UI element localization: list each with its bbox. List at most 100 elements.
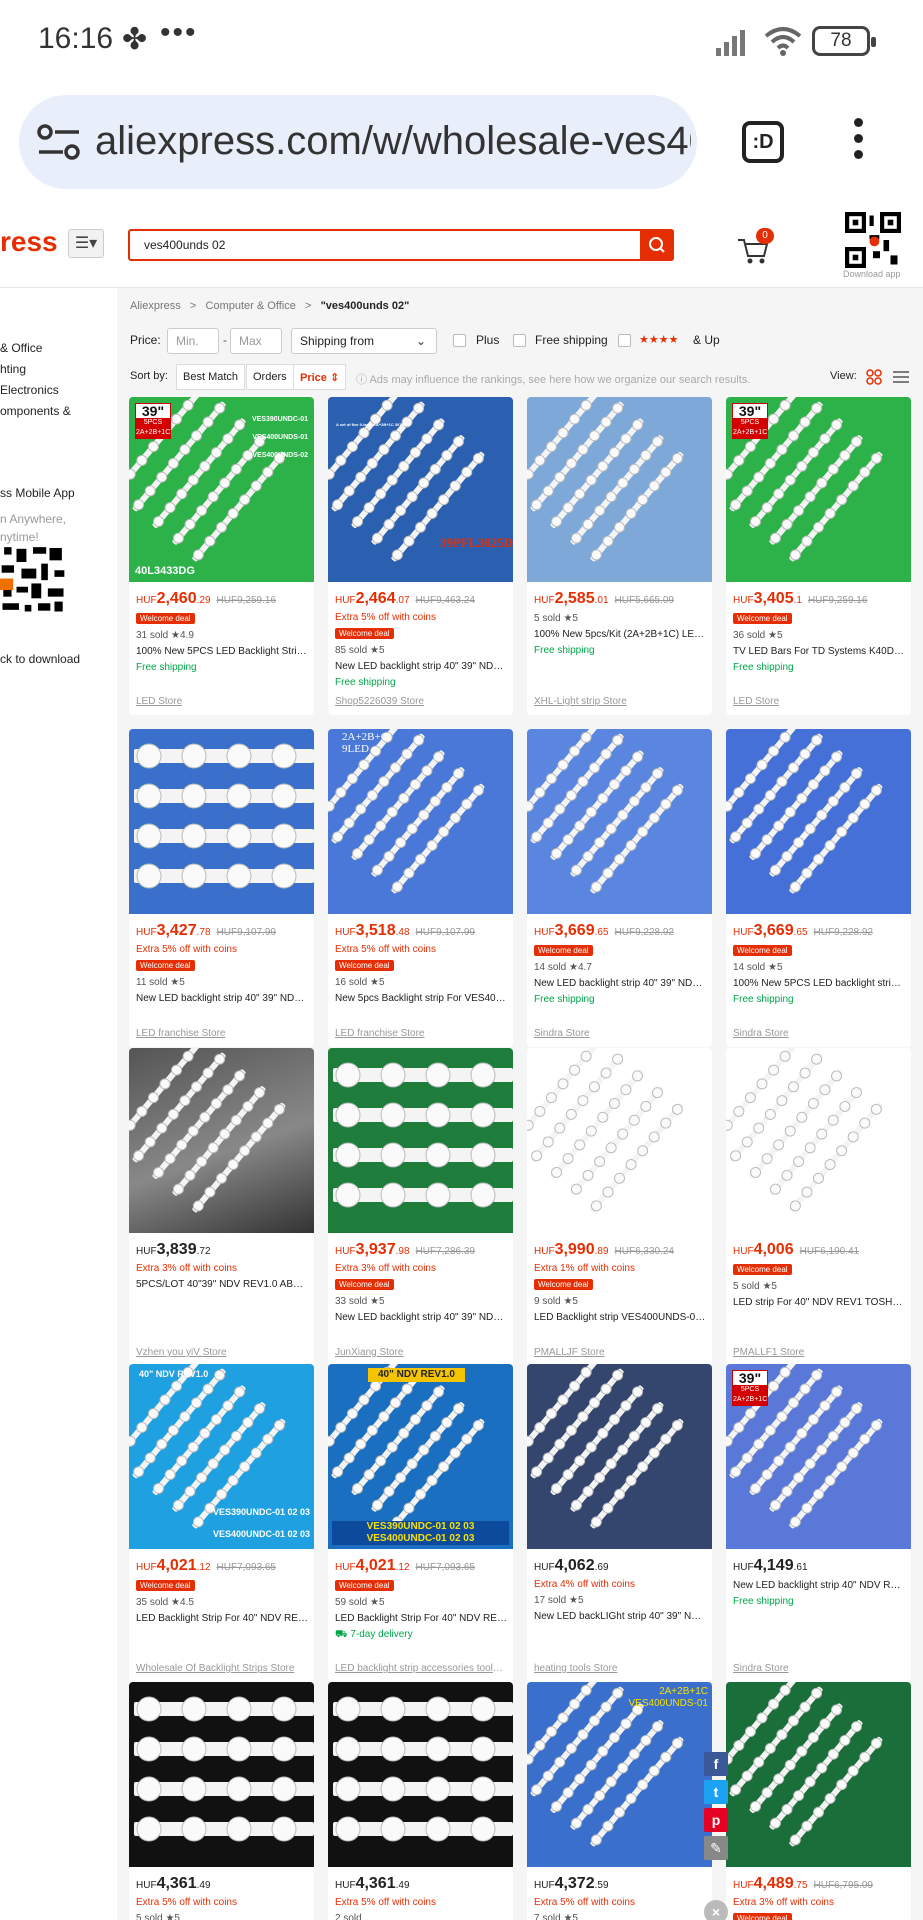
product-image[interactable]: [527, 397, 712, 582]
store-link[interactable]: LED franchise Store: [335, 1028, 507, 1039]
store-link[interactable]: LED Store: [733, 696, 905, 707]
product-title[interactable]: LED Backlight strip VES400UNDS-01 02 03: [534, 1312, 706, 1323]
product-card[interactable]: HUF3,669.65 HUF9,228.92 Welcome deal 14 sol…: [726, 729, 911, 1047]
product-title[interactable]: 100% New 5pcs/Kit (2A+2B+1C) LED Backlig…: [534, 629, 706, 640]
qr-code-icon[interactable]: [845, 212, 901, 268]
address-bar[interactable]: aliexpress.com/w/wholesale-ves40: [19, 95, 697, 189]
store-link[interactable]: PMALLF1 Store: [733, 1347, 905, 1358]
product-card[interactable]: HUF3,669.65 HUF9,228.92 Welcome deal 14 sol…: [527, 729, 712, 1047]
store-link[interactable]: LED franchise Store: [136, 1028, 308, 1039]
product-title[interactable]: 100% New 5PCS LED Backlight Strip for 39…: [136, 646, 308, 657]
product-image[interactable]: 39" 5PCS 2A+2B+1C: [726, 1364, 911, 1549]
product-title[interactable]: LED strip For 40" NDV REV1 TOSHIBA: [733, 1297, 905, 1308]
grid-view-icon[interactable]: [866, 369, 882, 385]
twitter-share-icon[interactable]: t: [704, 1780, 728, 1804]
product-title[interactable]: New LED backLIGht strip 40" 39" NDV REV1…: [534, 1611, 706, 1622]
sort-orders[interactable]: Orders: [246, 364, 294, 390]
product-card[interactable]: HUF4,006 HUF6,190.41 Welcome deal 5 sold ★5…: [726, 1048, 911, 1366]
product-image[interactable]: [726, 1682, 911, 1867]
edit-share-icon[interactable]: ✎: [704, 1836, 728, 1860]
product-image[interactable]: [129, 1682, 314, 1867]
product-card[interactable]: 2A+2B+1C VES400UNDS-01 HUF4,372.59 Extra 5…: [527, 1682, 712, 1920]
store-link[interactable]: Sindra Store: [534, 1028, 706, 1039]
price-min-input[interactable]: Min.: [167, 328, 219, 354]
sort-price[interactable]: Price ⇕: [293, 364, 347, 390]
product-card[interactable]: HUF4,361.49 Extra 5% off with coins 5 sold…: [129, 1682, 314, 1920]
product-image[interactable]: A set of five 9-lamp 2A+2B+1C 397MM 39PFL…: [328, 397, 513, 582]
product-card[interactable]: 40" NDV REV1.0 VES390UNDC-01 02 03 VES400…: [129, 1364, 314, 1682]
search-input[interactable]: ves400unds 02: [128, 229, 674, 261]
store-link[interactable]: JunXiang Store: [335, 1347, 507, 1358]
breadcrumb-item[interactable]: Computer & Office: [206, 300, 296, 312]
product-image[interactable]: [328, 1048, 513, 1233]
pinterest-share-icon[interactable]: p: [704, 1808, 728, 1832]
sidebar-category[interactable]: omponents &: [0, 404, 71, 418]
search-button[interactable]: [640, 229, 674, 261]
free-shipping-checkbox[interactable]: [513, 334, 526, 347]
product-card[interactable]: HUF3,839.72 Extra 3% off with coins 5PCS/L…: [129, 1048, 314, 1366]
product-image[interactable]: [328, 1682, 513, 1867]
product-title[interactable]: LED Backlight Strip For 40" NDV REV1.0: [335, 1613, 507, 1624]
product-card[interactable]: A set of five 9-lamp 2A+2B+1C 397MM 39PFL…: [328, 397, 513, 715]
product-image[interactable]: 2A+2B+1C VES400UNDS-01: [527, 1682, 712, 1867]
product-card[interactable]: HUF3,937.98 HUF7,286.39 Extra 3% off with …: [328, 1048, 513, 1366]
url-text[interactable]: aliexpress.com/w/wholesale-ves40: [95, 119, 691, 164]
ads-notice[interactable]: ⓘ Ads may influence the rankings, see he…: [356, 371, 750, 387]
product-title[interactable]: New LED backlight strip 40" NDV REV1.0: [733, 1580, 905, 1591]
product-title[interactable]: New LED backlight strip 40" 39" NDV REV1…: [136, 993, 308, 1004]
product-title[interactable]: New 5pcs Backlight strip For VES400UNDS: [335, 993, 507, 1004]
store-link[interactable]: LED backlight strip accessories tools St…: [335, 1663, 507, 1674]
price-max-input[interactable]: Max: [230, 328, 282, 354]
product-title[interactable]: 100% New 5PCS LED backlight strip for 39…: [733, 978, 905, 989]
store-link[interactable]: Vzhen you yiV Store: [136, 1347, 308, 1358]
search-query[interactable]: ves400unds 02: [144, 238, 225, 252]
product-image[interactable]: 2A+2B+C 9LED: [328, 729, 513, 914]
product-card[interactable]: HUF3,990.89 HUF6,330.24 Extra 1% off with …: [527, 1048, 712, 1366]
product-title[interactable]: 5PCS/LOT 40"39" NDV REV1.0 ABC Type: [136, 1279, 308, 1290]
product-card[interactable]: 39" 5PCS 2A+2B+1C VES390UNDC-01 VES400UNDS-…: [129, 397, 314, 715]
product-card[interactable]: HUF4,062.69 Extra 4% off with coins 17 sol…: [527, 1364, 712, 1682]
product-title[interactable]: New LED backlight strip 40" 39" NDV REV1…: [335, 1312, 507, 1323]
product-card[interactable]: HUF3,427.78 HUF9,107.99 Extra 5% off with …: [129, 729, 314, 1047]
product-image[interactable]: 39" 5PCS 2A+2B+1C: [726, 397, 911, 582]
plus-checkbox[interactable]: [453, 334, 466, 347]
store-link[interactable]: Shop5226039 Store: [335, 696, 507, 707]
product-title[interactable]: New LED backlight strip 40" 39" NDV REV1…: [534, 978, 706, 989]
product-image[interactable]: [726, 729, 911, 914]
product-image[interactable]: [726, 1048, 911, 1233]
product-card[interactable]: 2A+2B+C 9LED HUF3,518.48 HUF9,107.99 Extra …: [328, 729, 513, 1047]
rating-checkbox[interactable]: [618, 334, 631, 347]
product-card[interactable]: HUF4,489.75 HUF6,795.09 Extra 3% off with …: [726, 1682, 911, 1920]
product-title[interactable]: LED Backlight Strip For 40" NDV REV1.0: [136, 1613, 308, 1624]
facebook-share-icon[interactable]: f: [704, 1752, 728, 1776]
product-image[interactable]: [129, 1048, 314, 1233]
sidebar-category[interactable]: & Office: [0, 341, 42, 355]
store-link[interactable]: LED Store: [136, 696, 308, 707]
product-card[interactable]: HUF2,585.01 HUF5,665.09 5 sold ★5 100% New …: [527, 397, 712, 715]
tab-switcher-button[interactable]: :D: [742, 121, 784, 163]
product-image[interactable]: 40" NDV REV1.0 VES390UNDC-01 02 03 VES400…: [328, 1364, 513, 1549]
store-link[interactable]: Sindra Store: [733, 1028, 905, 1039]
product-image[interactable]: 39" 5PCS 2A+2B+1C VES390UNDC-01 VES400UNDS-…: [129, 397, 314, 582]
product-card[interactable]: HUF4,361.49 Extra 5% off with coins 2 sold: [328, 1682, 513, 1920]
categories-menu-button[interactable]: ☰▾: [68, 229, 104, 258]
product-card[interactable]: 40" NDV REV1.0 VES390UNDC-01 02 03 VES400…: [328, 1364, 513, 1682]
product-image[interactable]: [527, 1364, 712, 1549]
cart-button[interactable]: 0: [736, 228, 774, 268]
app-download-link[interactable]: ck to download: [0, 652, 80, 666]
browser-menu-icon[interactable]: [850, 118, 866, 166]
product-image[interactable]: 40" NDV REV1.0 VES390UNDC-01 02 03 VES400…: [129, 1364, 314, 1549]
product-card[interactable]: 39" 5PCS 2A+2B+1C HUF3,405.1 HUF9,259.16 Welc…: [726, 397, 911, 715]
list-view-icon[interactable]: [892, 369, 910, 385]
product-title[interactable]: New LED backlight strip 40" 39" NDV REV1…: [335, 661, 507, 672]
breadcrumb-item[interactable]: Aliexpress: [130, 300, 181, 312]
store-link[interactable]: XHL-Light strip Store: [534, 696, 706, 707]
sidebar-category[interactable]: hting: [0, 362, 26, 376]
product-image[interactable]: [527, 1048, 712, 1233]
sidebar-category[interactable]: Electronics: [0, 383, 59, 397]
shipping-from-select[interactable]: Shipping from ⌄: [291, 328, 437, 354]
site-settings-icon[interactable]: [37, 123, 81, 161]
product-image[interactable]: [129, 729, 314, 914]
store-link[interactable]: heating tools Store: [534, 1663, 706, 1674]
store-link[interactable]: Wholesale Of Backlight Strips Store: [136, 1663, 308, 1674]
